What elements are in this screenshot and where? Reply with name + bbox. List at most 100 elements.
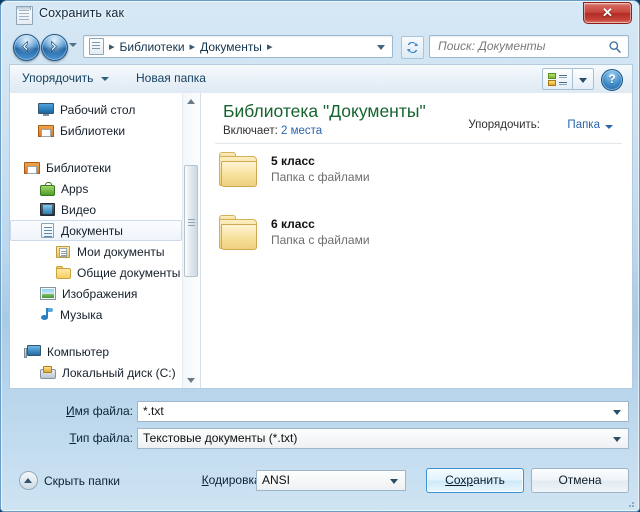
sidebar-item[interactable]: Библиотеки xyxy=(10,120,182,141)
breadcrumb-item-documents[interactable]: Документы xyxy=(200,40,262,54)
library-includes: Включает: 2 места xyxy=(223,125,322,137)
sidebar-item-label: Документы xyxy=(61,223,123,238)
save-label: анить xyxy=(473,473,505,487)
documents-icon xyxy=(41,223,55,238)
caret-down-icon[interactable] xyxy=(613,410,621,415)
hide-folders-button[interactable]: Скрыть папки xyxy=(19,471,120,490)
header-divider xyxy=(215,143,622,144)
view-dropdown-button[interactable] xyxy=(572,68,594,90)
arrange-value[interactable]: Папка xyxy=(567,119,600,131)
sidebar-item[interactable]: Локальный диск (C:) xyxy=(10,362,182,383)
sidebar-item-label: Локальный диск (C:) xyxy=(62,365,176,380)
caret-down-icon[interactable] xyxy=(613,437,621,442)
file-type-value: Текстовые документы (*.txt) xyxy=(143,431,298,445)
file-item-name: 5 класс xyxy=(271,154,315,168)
my-documents-icon xyxy=(56,245,71,259)
navigation-sidebar: Локальный диск (C:) Компьютер Музыка Изобра… xyxy=(10,93,200,388)
file-name-accel: И xyxy=(66,404,75,418)
new-folder-button[interactable]: Новая папка xyxy=(136,71,206,85)
sidebar-item-label: Компьютер xyxy=(47,344,110,359)
file-list-item[interactable]: 6 класс Папка с файлами xyxy=(209,211,629,259)
sidebar-item[interactable]: Библиотеки xyxy=(10,157,182,178)
folder-icon xyxy=(219,152,260,187)
computer-icon xyxy=(24,344,41,359)
command-toolbar: Упорядочить Новая папка ? xyxy=(9,64,633,93)
video-icon xyxy=(40,203,55,216)
title-bar: Сохранить как ✕ xyxy=(1,1,639,31)
refresh-button[interactable] xyxy=(401,36,424,59)
scroll-down-arrow-icon[interactable] xyxy=(183,372,199,388)
folder-icon xyxy=(219,215,260,250)
help-icon: ? xyxy=(608,72,616,86)
save-button[interactable]: Сохранить xyxy=(426,468,524,493)
apps-icon xyxy=(40,181,55,196)
save-as-dialog: Сохранить как ✕ ▸ Библиотеки ▸ Документы… xyxy=(0,0,640,512)
close-button[interactable]: ✕ xyxy=(583,2,632,24)
help-button[interactable]: ? xyxy=(601,69,623,91)
breadcrumb-item-libraries[interactable]: Библиотеки xyxy=(120,40,185,54)
file-list-item[interactable]: 5 класс Папка с файлами xyxy=(209,148,629,196)
scrollbar-thumb[interactable] xyxy=(184,165,198,277)
file-type-select[interactable]: Текстовые документы (*.txt) xyxy=(137,428,629,449)
encoding-select[interactable]: ANSI xyxy=(256,470,406,491)
search-icon xyxy=(609,41,621,54)
sidebar-item[interactable]: Общие документы xyxy=(10,262,182,283)
sidebar-item-label: Apps xyxy=(61,181,89,196)
caret-down-icon[interactable] xyxy=(390,479,398,484)
file-name-label: Имя файла: xyxy=(41,404,133,418)
sidebar-item[interactable]: Компьютер xyxy=(10,341,182,362)
notepad-document-icon xyxy=(16,6,33,25)
sidebar-item[interactable]: Изображения xyxy=(10,283,182,304)
organize-button[interactable]: Упорядочить xyxy=(22,71,93,85)
encoding-label: Кодировка: xyxy=(186,473,264,487)
library-title: Библиотека "Документы" xyxy=(223,101,426,121)
sidebar-item[interactable]: Документы xyxy=(10,220,182,241)
file-name-label-text: мя файла: xyxy=(74,404,133,418)
navigation-bar: ▸ Библиотеки ▸ Документы ▸ Поиск: Докуме… xyxy=(1,31,639,63)
caret-down-icon[interactable] xyxy=(101,77,109,81)
sidebar-item-label: Видео xyxy=(61,202,97,217)
recent-locations-dropdown[interactable] xyxy=(69,43,77,47)
arrow-right-icon xyxy=(51,40,57,53)
forward-button[interactable] xyxy=(41,34,68,61)
sidebar-item[interactable]: Apps xyxy=(10,178,182,199)
file-type-label: Тип файла: xyxy=(41,431,133,445)
resize-grip-icon[interactable] xyxy=(625,498,635,508)
sidebar-item[interactable]: Рабочий стол xyxy=(10,99,182,120)
address-dropdown-icon[interactable] xyxy=(377,45,385,50)
sidebar-item-label: Общие документы xyxy=(77,265,181,280)
back-button[interactable] xyxy=(13,34,40,61)
browser-panes: Локальный диск (C:) Компьютер Музыка Изобра… xyxy=(9,93,633,389)
breadcrumb-separator: ▸ xyxy=(266,41,273,53)
search-input[interactable]: Поиск: Документы xyxy=(429,35,629,58)
encoding-accel: К xyxy=(201,473,209,487)
cancel-button[interactable]: Отмена xyxy=(531,468,629,493)
includes-link[interactable]: 2 места xyxy=(281,125,322,137)
scroll-up-arrow-icon[interactable] xyxy=(183,93,199,109)
encoding-value: ANSI xyxy=(262,473,291,487)
sidebar-item-label: Мои документы xyxy=(77,244,165,259)
sidebar-item-label: Библиотеки xyxy=(46,160,112,175)
breadcrumb-separator: ▸ xyxy=(189,41,196,53)
view-mode-button[interactable] xyxy=(542,68,572,90)
window-title: Сохранить как xyxy=(39,6,125,20)
sidebar-item[interactable]: Музыка xyxy=(10,304,182,325)
sidebar-item-label: Рабочий стол xyxy=(60,102,136,117)
desktop-icon xyxy=(38,103,54,116)
save-accel: Сохр xyxy=(445,473,474,487)
file-name-input[interactable]: *.txt xyxy=(137,401,629,422)
close-icon: ✕ xyxy=(602,5,613,20)
file-type-label-text: ип файла: xyxy=(76,431,133,445)
breadcrumb-separator: ▸ xyxy=(109,41,115,53)
caret-down-icon[interactable] xyxy=(605,125,613,129)
includes-label: Включает: xyxy=(223,125,278,137)
sidebar-scrollbar[interactable] xyxy=(182,93,200,388)
libraries-icon xyxy=(38,124,54,137)
address-bar[interactable]: ▸ Библиотеки ▸ Документы ▸ xyxy=(83,35,393,58)
pictures-icon xyxy=(40,287,56,300)
sidebar-item-label: Музыка xyxy=(60,307,103,322)
sidebar-item[interactable]: Видео xyxy=(10,199,182,220)
arrow-left-icon xyxy=(22,40,28,53)
sidebar-item[interactable]: Мои документы xyxy=(10,241,182,262)
library-document-icon xyxy=(89,38,104,55)
